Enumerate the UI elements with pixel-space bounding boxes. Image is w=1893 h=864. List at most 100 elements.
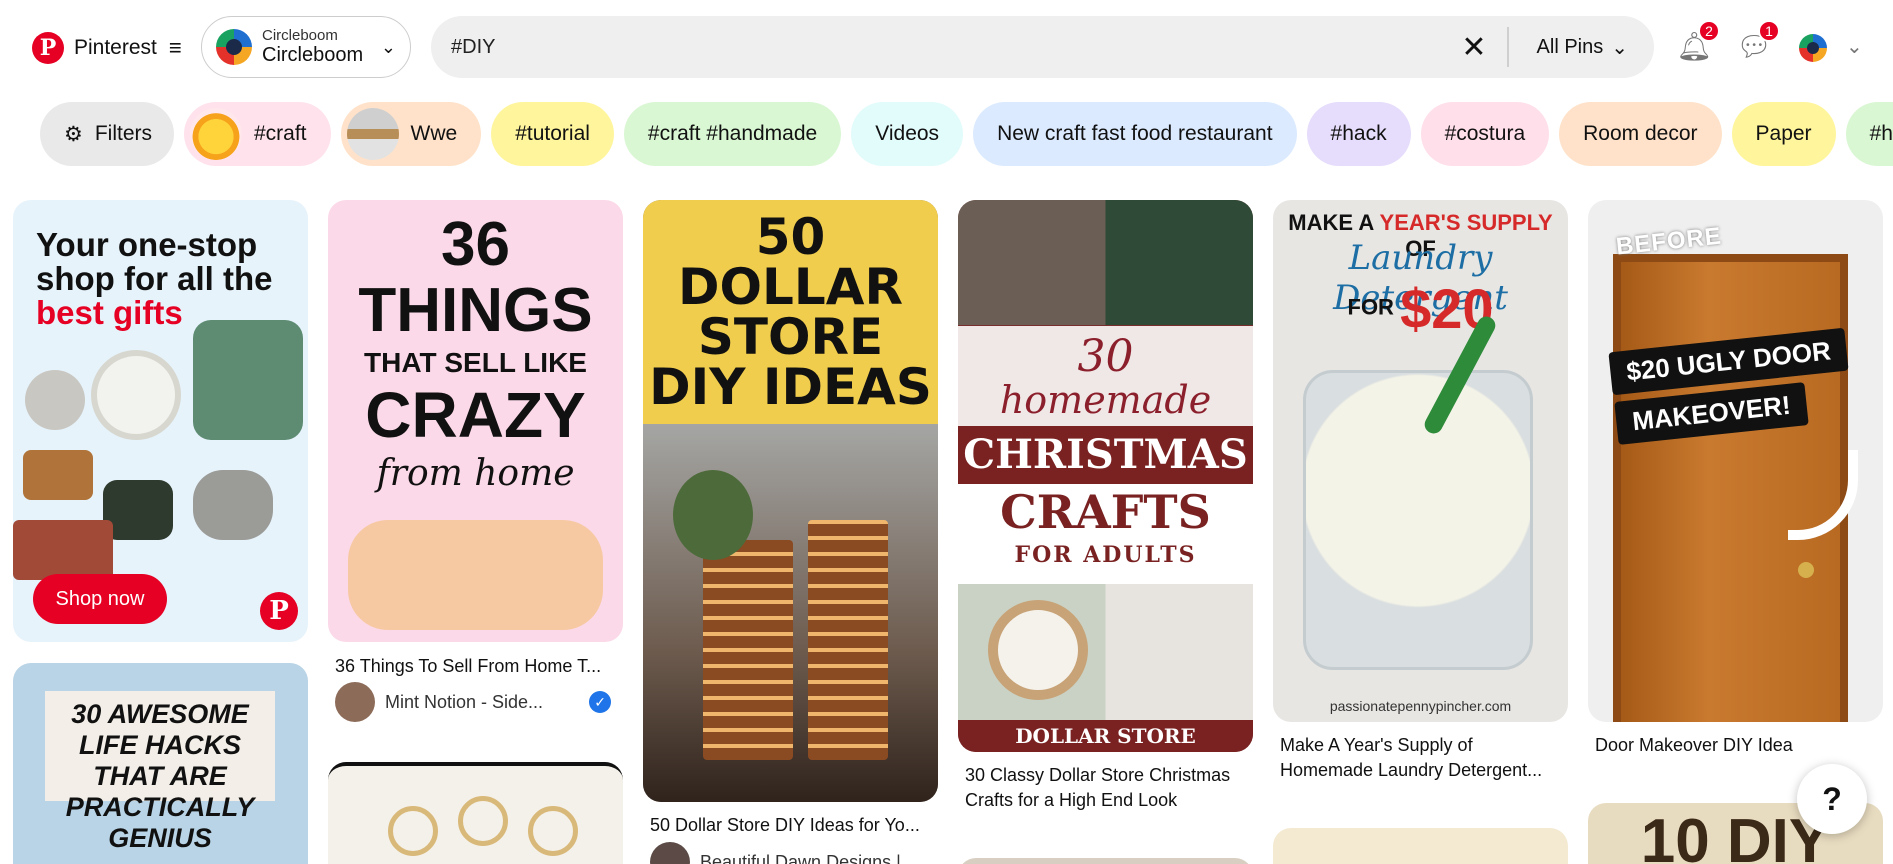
pin-text-things: THINGS — [358, 276, 593, 345]
laundry-text: MAKE A — [1288, 210, 1380, 235]
verified-check-icon: ✓ — [589, 691, 612, 713]
plant-image — [673, 470, 753, 560]
laundry-source-url: passionatepennypincher.com — [1329, 698, 1512, 714]
search-scope-dropdown[interactable]: All Pins ⌄ — [1509, 35, 1634, 60]
christmas-band: CHRISTMAS — [958, 426, 1253, 484]
dollar-store-pin[interactable]: 50 DOLLAR STORE DIY IDEAS — [643, 200, 938, 802]
ad-pin[interactable]: Your one-stop shop for all the best gift… — [13, 200, 308, 642]
chip-tutorial[interactable]: #tutorial — [491, 102, 614, 166]
ad-line: Your one-stop — [36, 226, 258, 263]
wreath-image — [988, 600, 1088, 700]
ad-line: shop for all the — [36, 260, 273, 297]
search-scope-label: All Pins — [1536, 35, 1604, 58]
christmas-footer: DOLLAR STORE EDITION! — [958, 720, 1253, 752]
chip-paper[interactable]: Paper — [1731, 102, 1836, 166]
chip-handmade[interactable]: #handm — [1845, 102, 1893, 166]
top-bar: P Pinterest ≡ Circleboom Circleboom ⌄ ✕ … — [0, 0, 1893, 96]
chip-label: New craft fast food restaurant — [997, 122, 1273, 145]
search-input[interactable] — [451, 35, 1442, 59]
account-menu-chevron-icon[interactable]: ⌄ — [1846, 34, 1863, 59]
things-to-sell-pin[interactable]: 36 THINGS THAT SELL LIKE CRAZY from home — [328, 200, 623, 642]
next-pin-preview[interactable] — [958, 858, 1253, 864]
pin-text-from-home: from home — [376, 453, 575, 494]
help-button[interactable]: ? — [1797, 764, 1867, 834]
chip-label: #hack — [1330, 122, 1387, 145]
pin-caption-line: 30 Classy Dollar Store Christmas — [965, 765, 1231, 785]
laundry-text: FOR — [1347, 294, 1401, 320]
chip-videos[interactable]: Videos — [851, 102, 964, 166]
paddle-image — [91, 350, 181, 440]
christmas-subtitle-area: CRAFTS FOR ADULTS — [958, 484, 1253, 584]
lantern-image — [808, 520, 888, 760]
chip-label: Paper — [1755, 122, 1812, 145]
pin-caption[interactable]: 30 Classy Dollar Store Christmas Crafts … — [965, 763, 1230, 813]
chip-label: #craft — [254, 122, 307, 145]
pin-caption[interactable]: Door Makeover DIY Idea — [1595, 733, 1793, 758]
pin-author[interactable]: Beautiful Dawn Designs | — [650, 842, 901, 864]
pin-caption[interactable]: 50 Dollar Store DIY Ideas for Yo... — [650, 813, 920, 838]
chip-label: #costura — [1444, 122, 1526, 145]
pin-caption-line: Homemade Laundry Detergent... — [1280, 760, 1543, 780]
chip-wwe[interactable]: Wwe — [340, 102, 482, 166]
sliders-icon: ⚙︎ — [64, 122, 83, 146]
pin-text-sell-like: THAT SELL LIKE — [364, 347, 587, 378]
life-hacks-pin[interactable]: 30 AWESOME LIFE HACKS THAT ARE PRACTICAL… — [13, 663, 308, 864]
messages-badge: 1 — [1758, 20, 1780, 42]
glass-jar-image — [1303, 370, 1533, 670]
chip-craft-handmade[interactable]: #craft #handmade — [623, 102, 842, 166]
chevron-down-icon[interactable]: ⌄ — [381, 37, 396, 58]
christmas-photo-collage — [958, 200, 1253, 325]
next-pin-preview[interactable] — [1273, 828, 1568, 864]
pin-caption-line: Crafts for a High End Look — [965, 790, 1178, 810]
chip-costura[interactable]: #costura — [1420, 102, 1550, 166]
logo-text: Pinterest — [74, 36, 157, 59]
mug-image — [103, 480, 173, 540]
life-hacks-title: 30 AWESOME LIFE HACKS THAT ARE PRACTICAL… — [45, 691, 275, 853]
pin-text-crazy: CRAZY — [365, 379, 586, 451]
christmas-script-word: homemade — [999, 378, 1212, 422]
account-label: Circleboom — [262, 26, 338, 44]
ornaments-pin[interactable] — [328, 762, 623, 864]
notifications-badge: 2 — [1698, 20, 1720, 42]
chevron-down-icon: ⌄ — [1611, 36, 1628, 59]
author-name: Mint Notion - Side... — [385, 691, 544, 712]
author-avatar — [335, 682, 375, 722]
christmas-crafts-text: CRAFTS — [1000, 485, 1211, 539]
clear-search-icon[interactable]: ✕ — [1441, 30, 1506, 65]
author-avatar — [650, 842, 690, 864]
sweater-image — [193, 320, 303, 440]
messages-button[interactable]: 💬︎ 1 — [1736, 20, 1780, 64]
notifications-button[interactable]: 🔔︎ 2 — [1676, 20, 1720, 64]
search-bar: ✕ All Pins ⌄ — [431, 16, 1654, 78]
account-avatar — [216, 29, 252, 65]
chip-craft[interactable]: #craft — [184, 102, 331, 166]
pin-author[interactable]: Mint Notion - Side... ✓ — [335, 682, 612, 722]
chip-thumbnail — [346, 108, 399, 160]
chip-label: Wwe — [410, 122, 458, 145]
author-name: Beautiful Dawn Designs | — [700, 851, 901, 864]
pinterest-home-link[interactable]: P Pinterest ≡ — [32, 30, 182, 66]
chip-new-craft[interactable]: New craft fast food restaurant — [973, 102, 1297, 166]
user-avatar[interactable] — [1799, 34, 1827, 62]
pin-caption[interactable]: 36 Things To Sell From Home T... — [335, 654, 601, 679]
account-switcher[interactable]: Circleboom Circleboom ⌄ — [201, 16, 411, 78]
chip-room-decor[interactable]: Room decor — [1559, 102, 1722, 166]
shop-now-button[interactable]: Shop now — [33, 574, 167, 624]
hamburger-menu-icon[interactable]: ≡ — [169, 35, 182, 61]
pinterest-logo-icon: P — [32, 32, 64, 64]
ornament-image — [388, 806, 438, 856]
door-makeover-pin[interactable]: BEFORE $20 UGLY DOOR MAKEOVER! — [1588, 200, 1883, 722]
account-name: Circleboom — [262, 44, 364, 67]
comb-image — [23, 450, 93, 500]
filters-button[interactable]: ⚙︎ Filters — [40, 102, 174, 166]
christmas-crafts-pin[interactable]: 30 homemade CHRISTMAS CRAFTS FOR ADULTS … — [958, 200, 1253, 752]
chip-label: Room decor — [1583, 122, 1698, 145]
chip-hack[interactable]: #hack — [1306, 102, 1411, 166]
kettle-image — [193, 470, 273, 540]
laundry-detergent-pin[interactable]: MAKE A YEAR'S SUPPLY OF Laundry Detergen… — [1273, 200, 1568, 722]
laundry-line-3: FOR $20 — [1273, 276, 1568, 341]
pin-caption[interactable]: Make A Year's Supply of Homemade Laundry… — [1280, 733, 1542, 783]
filters-label: Filters — [94, 122, 152, 145]
chip-label: #tutorial — [515, 122, 590, 145]
ornament-image — [458, 796, 508, 846]
